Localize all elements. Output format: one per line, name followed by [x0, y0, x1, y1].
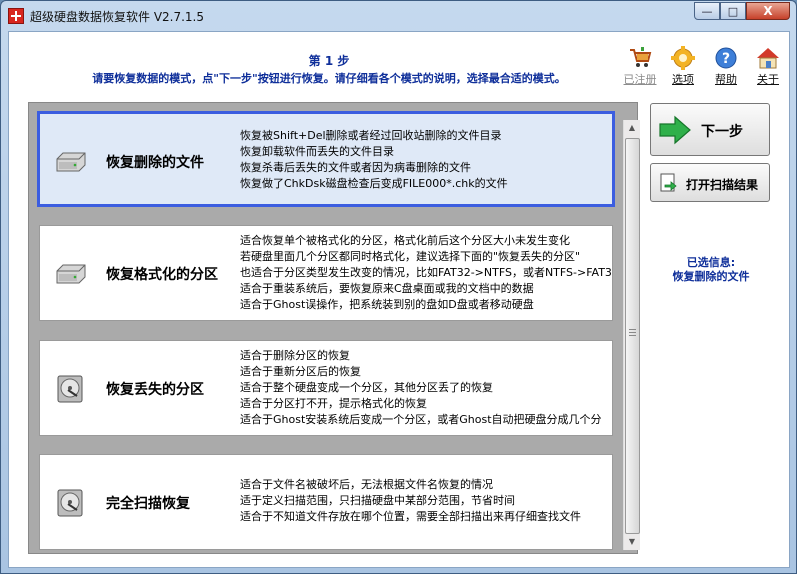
disk-platter-icon: [57, 489, 83, 517]
open-file-icon: [660, 173, 677, 192]
open-scan-results-button[interactable]: 打开扫描结果: [650, 163, 770, 202]
desc-line: 适合于删除分区的恢复: [240, 349, 350, 362]
minimize-button[interactable]: —: [694, 2, 720, 20]
desc-line: 适合于文件名被破坏后，无法根据文件名恢复的情况: [240, 478, 493, 491]
toolbar: 已注册 选项 ? 帮助 关于: [619, 43, 789, 91]
mode-name: 恢复格式化的分区: [106, 267, 218, 283]
gear-icon: [671, 46, 695, 70]
desc-line: 适合于重新分区后的恢复: [240, 365, 361, 378]
mode-name: 恢复丢失的分区: [106, 382, 204, 398]
window-controls: — □ X: [694, 2, 790, 21]
desc-line: 恢复被Shift+Del删除或者经过回收站删除的文件目录: [240, 129, 502, 142]
about-button[interactable]: 关于: [747, 43, 789, 87]
mode-item-recover-lost-partition[interactable]: 恢复丢失的分区 适合于删除分区的恢复 适合于重新分区后的恢复 适合于整个硬盘变成…: [39, 340, 613, 436]
drive-icon: [56, 152, 86, 172]
about-label: 关于: [757, 73, 779, 86]
mode-item-full-scan[interactable]: 完全扫描恢复 适合于文件名被破坏后，无法根据文件名恢复的情况 适于定义扫描范围，…: [39, 454, 613, 550]
options-button[interactable]: 选项: [662, 43, 704, 87]
step-description: 请要恢复数据的模式，点"下一步"按钮进行恢复。请仔细看各个模式的说明，选择最合适…: [92, 72, 566, 85]
scroll-up-arrow-icon[interactable]: ▲: [624, 120, 640, 136]
svg-text:?: ?: [722, 51, 730, 67]
desc-line: 恢复做了ChkDsk磁盘检查后变成FILE000*.chk的文件: [240, 177, 508, 190]
cart-icon: [630, 47, 652, 67]
next-step-button[interactable]: 下一步: [650, 103, 770, 156]
step-header: 第 1 步 请要恢复数据的模式，点"下一步"按钮进行恢复。请仔细看各个模式的说明…: [9, 32, 789, 94]
desc-line: 恢复杀毒后丢失的文件或者因为病毒删除的文件: [240, 161, 471, 174]
desc-line: 适于定义扫描范围，只扫描硬盘中某部分范围，节省时间: [240, 494, 515, 507]
register-label: 已注册: [623, 73, 657, 86]
desc-line: 适合于Ghost误操作，把系统装到别的盘如D盘或者移动硬盘: [240, 298, 534, 311]
next-step-label: 下一步: [701, 124, 743, 140]
mode-name: 恢复删除的文件: [106, 155, 204, 171]
arrow-right-icon: [659, 115, 691, 145]
desc-line: 适合于不知道文件存放在哪个位置，需要全部扫描出来再仔细查找文件: [240, 510, 581, 523]
home-icon: [757, 48, 779, 69]
desc-line: 适合恢复单个被格式化的分区，格式化前后这个分区大小未发生变化: [240, 234, 570, 247]
desc-line: 也适合于分区类型发生改变的情况，比如FAT32->NTFS，或者NTFS->FA…: [240, 266, 612, 279]
disk-platter-icon: [57, 375, 83, 403]
window-title: 超级硬盘数据恢复软件 V2.7.1.5: [30, 10, 205, 24]
mode-name: 完全扫描恢复: [106, 496, 190, 512]
mode-description: 恢复被Shift+Del删除或者经过回收站删除的文件目录 恢复卸载软件而丢失的文…: [240, 128, 612, 192]
drive-icon: [56, 264, 86, 284]
help-label: 帮助: [715, 73, 737, 86]
step-title: 第 1 步: [308, 54, 350, 68]
desc-line: 适合于整个硬盘变成一个分区，其他分区丢了的恢复: [240, 381, 493, 394]
scroll-down-arrow-icon[interactable]: ▼: [624, 534, 640, 550]
mode-description: 适合恢复单个被格式化的分区，格式化前后这个分区大小未发生变化 若硬盘里面几个分区…: [240, 233, 612, 313]
desc-line: 适合于重装系统后，要恢复原来C盘桌面或我的文档中的数据: [240, 282, 534, 295]
mode-item-recover-formatted[interactable]: 恢复格式化的分区 适合恢复单个被格式化的分区，格式化前后这个分区大小未发生变化 …: [39, 225, 613, 321]
mode-item-recover-deleted[interactable]: 恢复删除的文件 恢复被Shift+Del删除或者经过回收站删除的文件目录 恢复卸…: [37, 111, 615, 207]
desc-line: 适合于分区打不开，提示格式化的恢复: [240, 397, 427, 410]
help-button[interactable]: ? 帮助: [705, 43, 747, 87]
selected-info-value: 恢复删除的文件: [672, 270, 750, 283]
mode-description: 适合于文件名被破坏后，无法根据文件名恢复的情况 适于定义扫描范围，只扫描硬盘中某…: [240, 477, 612, 525]
mode-list-scrollbar[interactable]: ▲ ▼: [623, 120, 640, 550]
help-icon: ?: [715, 47, 737, 69]
title-bar[interactable]: 超级硬盘数据恢复软件 V2.7.1.5 — □ X: [1, 1, 796, 31]
desc-line: 若硬盘里面几个分区都同时格式化，建议选择下面的"恢复丢失的分区": [240, 250, 581, 263]
client-area: 第 1 步 请要恢复数据的模式，点"下一步"按钮进行恢复。请仔细看各个模式的说明…: [8, 31, 790, 568]
desc-line: 恢复卸载软件而丢失的文件目录: [240, 145, 394, 158]
desc-line: 适合于Ghost安装系统后变成一个分区，或者Ghost自动把硬盘分成几个分: [240, 413, 602, 426]
mode-list: 恢复删除的文件 恢复被Shift+Del删除或者经过回收站删除的文件目录 恢复卸…: [28, 102, 638, 554]
options-label: 选项: [672, 73, 694, 86]
scrollbar-thumb[interactable]: [625, 138, 640, 534]
close-button[interactable]: X: [746, 2, 790, 20]
app-window: 超级硬盘数据恢复软件 V2.7.1.5 — □ X 第 1 步 请要恢复数据的模…: [0, 0, 797, 574]
app-logo-icon[interactable]: [8, 8, 24, 24]
maximize-button[interactable]: □: [720, 2, 746, 20]
register-button: 已注册: [619, 43, 661, 87]
open-scan-results-label: 打开扫描结果: [686, 178, 759, 192]
mode-description: 适合于删除分区的恢复 适合于重新分区后的恢复 适合于整个硬盘变成一个分区，其他分…: [240, 348, 612, 428]
